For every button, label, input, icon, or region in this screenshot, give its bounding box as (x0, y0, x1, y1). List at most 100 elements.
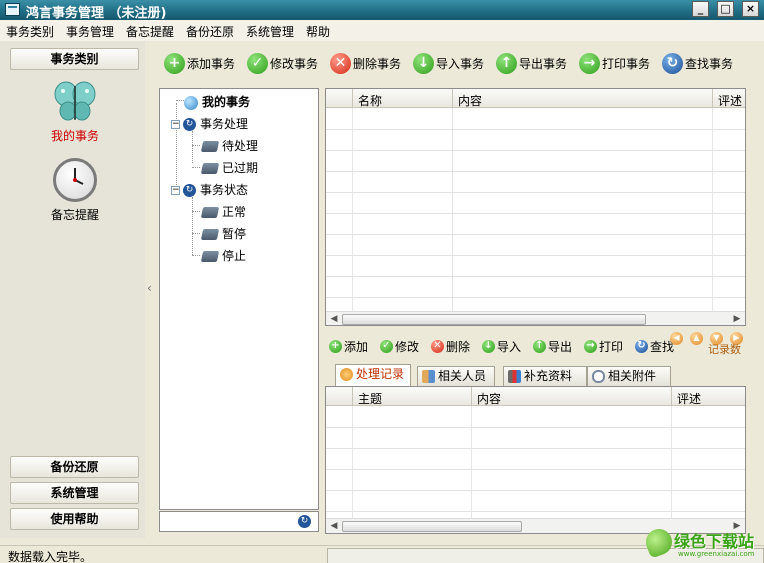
add-affair-button[interactable]: + 添加事务 (164, 53, 235, 79)
check-icon: ✓ (380, 340, 393, 353)
clock-icon[interactable] (53, 158, 97, 202)
menu-reminder[interactable]: 备忘提醒 (126, 23, 174, 40)
panel-splitter[interactable]: ‹ (145, 41, 157, 538)
menu-bar: 事务类别 事务管理 备忘提醒 备份还原 系统管理 帮助 (0, 20, 764, 41)
search-icon: ↻ (662, 53, 683, 74)
export-icon: ↑ (533, 340, 546, 353)
detail-tabs: 处理记录 相关人员 补充资料 相关附件 (325, 364, 764, 386)
menu-affairs[interactable]: 事务管理 (66, 23, 114, 40)
collapse-icon[interactable]: − (171, 186, 180, 195)
collapse-icon[interactable]: − (171, 120, 180, 129)
tree-item-normal[interactable]: 正常 (200, 203, 246, 220)
nav-my-affairs[interactable]: 我的事务 (30, 127, 120, 144)
books-icon (508, 370, 521, 383)
search-go-icon[interactable]: ↻ (298, 515, 311, 528)
print-affair-button[interactable]: → 打印事务 (579, 53, 650, 79)
tree-item-pending[interactable]: 待处理 (200, 137, 258, 154)
records-grid[interactable]: 主题 内容 评述 ◀ ▶ (325, 386, 746, 534)
app-icon (5, 3, 20, 16)
tab-process-records[interactable]: 处理记录 (335, 364, 411, 386)
grid-header: 名称 内容 评述 (326, 89, 745, 109)
scroll-thumb[interactable] (342, 521, 522, 532)
tree-item-expired[interactable]: 已过期 (200, 159, 258, 176)
system-manage-button[interactable]: 系统管理 (10, 482, 139, 504)
first-record-icon[interactable]: ◀ (670, 332, 683, 345)
category-header-button[interactable]: 事务类别 (10, 48, 139, 70)
col-subject[interactable]: 主题 (358, 390, 382, 407)
backup-restore-button[interactable]: 备份还原 (10, 456, 139, 478)
tree-item-stopped[interactable]: 停止 (200, 247, 246, 264)
people-icon (422, 370, 435, 383)
folder-icon (200, 251, 220, 262)
refresh-icon: ↻ (183, 184, 196, 197)
add-icon: + (329, 340, 342, 353)
export-icon: ↑ (496, 53, 517, 74)
export-affair-button[interactable]: ↑ 导出事务 (496, 53, 567, 79)
scroll-right-icon[interactable]: ▶ (730, 312, 744, 325)
col-name[interactable]: 名称 (358, 92, 382, 109)
grid-header: 主题 内容 评述 (326, 387, 745, 407)
menu-category[interactable]: 事务类别 (6, 23, 54, 40)
edit-affair-button[interactable]: ✓ 修改事务 (247, 53, 318, 79)
rss-icon (340, 368, 353, 381)
close-button[interactable]: × (742, 1, 759, 17)
col-content[interactable]: 内容 (458, 92, 482, 109)
minimize-button[interactable]: _ (692, 1, 709, 17)
find-affair-button[interactable]: ↻ 查找事务 (662, 53, 733, 79)
record-count-label: 记录数 (708, 343, 741, 356)
butterfly-icon[interactable] (53, 80, 97, 124)
record-navigator: ◀ ▲ ▼ ▶ 记录数 (668, 332, 764, 356)
window-title: 鸿言事务管理 （未注册) (26, 6, 167, 21)
tree-group-processing[interactable]: − ↻ 事务处理 (171, 115, 248, 132)
tree-group-status[interactable]: − ↻ 事务状态 (171, 181, 248, 198)
menu-help[interactable]: 帮助 (306, 23, 330, 40)
search-icon: ↻ (635, 340, 648, 353)
import-icon: ↓ (413, 53, 434, 74)
watermark-text: 绿色下载站 (674, 532, 755, 551)
tree-search-input[interactable]: ↻ (159, 511, 319, 532)
prev-record-icon[interactable]: ▲ (690, 332, 703, 345)
delete-affair-button[interactable]: ✕ 删除事务 (330, 53, 401, 79)
import-icon: ↓ (482, 340, 495, 353)
main-toolbar: + 添加事务 ✓ 修改事务 ✕ 删除事务 ↓ 导入事务 ↑ 导出事务 → 打印事务 ↻ 查找事… (158, 50, 764, 80)
folder-icon (200, 141, 220, 152)
watermark-logo: 绿色下载站 www.greenxiazai.com (642, 525, 764, 563)
scroll-left-icon[interactable]: ◀ (327, 519, 341, 533)
category-tree[interactable]: 我的事务 − ↻ 事务处理 待处理 已过期 − ↻ 事务状态 正常 暂停 停止 (159, 88, 319, 510)
tab-attachments[interactable]: 相关附件 (587, 366, 671, 386)
add-detail-button[interactable]: + 添加 (329, 338, 368, 355)
globe-icon (184, 95, 198, 110)
menu-backup[interactable]: 备份还原 (186, 23, 234, 40)
check-icon: ✓ (247, 53, 268, 74)
maximize-button[interactable]: □ (717, 1, 734, 17)
collapse-arrow-icon[interactable]: ‹ (147, 281, 152, 295)
import-affair-button[interactable]: ↓ 导入事务 (413, 53, 484, 79)
menu-system[interactable]: 系统管理 (246, 23, 294, 40)
scroll-left-icon[interactable]: ◀ (327, 312, 341, 325)
col-comment[interactable]: 评述 (677, 390, 701, 407)
tree-item-paused[interactable]: 暂停 (200, 225, 246, 242)
export-detail-button[interactable]: ↑ 导出 (533, 338, 572, 355)
edit-detail-button[interactable]: ✓ 修改 (380, 338, 419, 355)
scroll-thumb[interactable] (342, 314, 646, 325)
print-detail-button[interactable]: → 打印 (584, 338, 623, 355)
delete-icon: ✕ (431, 340, 444, 353)
add-icon: + (164, 53, 185, 74)
import-detail-button[interactable]: ↓ 导入 (482, 338, 521, 355)
affairs-grid[interactable]: 名称 内容 评述 ◀ ▶ (325, 88, 746, 326)
delete-detail-button[interactable]: ✕ 删除 (431, 338, 470, 355)
tab-related-people[interactable]: 相关人员 (417, 366, 495, 386)
delete-icon: ✕ (330, 53, 351, 74)
tab-supplementary[interactable]: 补充资料 (503, 366, 587, 386)
leaf-icon (642, 525, 676, 559)
grid-horizontal-scrollbar[interactable]: ◀ ▶ (326, 311, 745, 325)
nav-reminder[interactable]: 备忘提醒 (30, 206, 120, 223)
status-text: 数据载入完毕。 (8, 550, 93, 563)
col-comment[interactable]: 评述 (718, 92, 742, 109)
col-content[interactable]: 内容 (477, 390, 501, 407)
folder-icon (200, 207, 220, 218)
tree-root[interactable]: 我的事务 (184, 93, 250, 110)
help-button[interactable]: 使用帮助 (10, 508, 139, 530)
refresh-icon: ↻ (183, 118, 196, 131)
title-bar: 鸿言事务管理 （未注册) _ □ × (0, 0, 764, 21)
